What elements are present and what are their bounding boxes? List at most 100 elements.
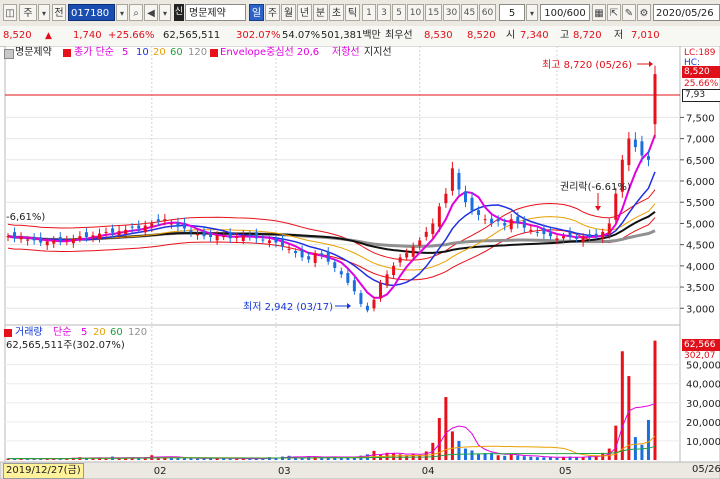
speaker-options-icon[interactable]: ▾ <box>159 4 171 21</box>
period-yearly-button[interactable]: 년 <box>297 4 312 21</box>
candle-body <box>562 236 566 239</box>
volume-ma-label[interactable]: 단순 <box>53 327 71 339</box>
chevron-down-icon[interactable]: ▾ <box>38 4 50 21</box>
trade-volume: 62,565,511 <box>163 30 221 41</box>
candle-body <box>490 218 494 224</box>
envelope-legend-chip <box>210 49 218 57</box>
candle-body <box>169 223 173 225</box>
candle-body <box>97 233 101 240</box>
data-count-field[interactable]: 100/600 <box>540 4 590 21</box>
candle-body <box>398 257 402 263</box>
speaker-icon[interactable]: ◀ <box>144 4 158 21</box>
period-tick-button[interactable]: 틱 <box>345 4 360 21</box>
zoom-in-icon[interactable]: ⇱ <box>607 4 621 21</box>
volume-bar <box>437 418 441 460</box>
period-weekly-button[interactable]: 주 <box>265 4 280 21</box>
price-change-pct: +25.66% <box>108 30 155 41</box>
period-second-button[interactable]: 초 <box>329 4 344 21</box>
interval-60-button[interactable]: 60 <box>479 4 496 21</box>
month-label: 02 <box>154 466 167 477</box>
stock-chart[interactable]: 7,500 7,000 6,500 6,000 5,500 5,000 4,500 4,000… <box>0 46 720 479</box>
candle-body <box>418 240 422 246</box>
period-monthly-button[interactable]: 월 <box>281 4 296 21</box>
candle-body <box>143 225 147 233</box>
grid-icon[interactable]: ▦ <box>592 4 606 21</box>
ma10-legend[interactable]: 10 <box>136 47 149 59</box>
window-menu-icon[interactable]: ◫ <box>3 4 17 21</box>
volume-tick-label: 10,000 <box>686 437 720 448</box>
stock-code-input[interactable]: 017180 <box>68 4 115 21</box>
ask-price: 8,530 <box>424 30 453 41</box>
candle-body <box>372 299 376 309</box>
candle-body <box>581 236 585 242</box>
interval-15-button[interactable]: 15 <box>425 4 442 21</box>
candle-body <box>437 206 441 227</box>
trend-line-icon[interactable]: ✎ <box>622 4 636 21</box>
candle-body <box>405 253 409 258</box>
candle-body <box>294 250 298 254</box>
scope-button[interactable]: 전 <box>52 4 66 21</box>
volume-bar <box>503 455 507 460</box>
resistance-legend[interactable]: 저항선 <box>332 47 360 59</box>
ma120-legend[interactable]: 120 <box>188 47 207 59</box>
candle-body <box>300 249 304 258</box>
interval-3-button[interactable]: 3 <box>377 4 391 21</box>
market-kind-button[interactable]: 주 <box>19 4 37 21</box>
candle-body <box>202 231 206 237</box>
candle-body <box>32 237 36 241</box>
candle-body <box>156 219 160 222</box>
candle-body <box>176 222 180 227</box>
left-rights-annotation: -6,61%) <box>6 212 45 223</box>
candle-body <box>280 239 284 247</box>
candle-body <box>26 239 30 241</box>
volume-legend-chip <box>4 329 12 337</box>
volume-legend-name[interactable]: 거래량 <box>15 327 43 339</box>
volume-bar <box>633 437 637 460</box>
last-date-label: 05/26 <box>692 464 720 475</box>
candle-body <box>91 235 95 238</box>
new-listing-badge: 신 <box>174 4 184 21</box>
search-icon[interactable]: ⌕ <box>129 4 143 21</box>
price-legend-name[interactable]: 명문제약 <box>15 47 52 59</box>
ma5-legend[interactable]: 5 <box>122 47 128 59</box>
volume-ma5-legend[interactable]: 5 <box>81 327 87 339</box>
interval-5-button[interactable]: 5 <box>392 4 406 21</box>
candle-body <box>307 256 311 260</box>
envelope-legend[interactable]: Envelope중심선 20,6 <box>220 47 319 59</box>
candle-body <box>392 265 396 276</box>
date-field[interactable]: 2020/05/26 <box>653 4 720 21</box>
interval-10-button[interactable]: 10 <box>407 4 424 21</box>
ma60-legend[interactable]: 60 <box>170 47 183 59</box>
ma-legend-label[interactable]: 종가 단순 <box>74 47 114 59</box>
period-daily-button[interactable]: 일 <box>249 4 264 21</box>
interval-value-input[interactable]: 5 <box>499 4 525 21</box>
up-arrow-icon: ▲ <box>45 31 52 41</box>
candle-body <box>555 238 559 241</box>
candle-body <box>267 240 271 244</box>
candle-body <box>65 239 69 241</box>
month-label: 04 <box>422 466 435 477</box>
candle-body <box>568 232 572 238</box>
price-tick-label: 3,500 <box>686 283 715 294</box>
high-label: 고 <box>560 30 570 41</box>
chart-toolbar: ◫ 주 ▾ 전 017180 ▾ ⌕ ◀ ▾ 신 명문제약 일 주 월 년 분 … <box>0 0 720 27</box>
candle-body <box>248 235 252 237</box>
interval-45-button[interactable]: 45 <box>461 4 478 21</box>
interval-dropdown-icon[interactable]: ▾ <box>526 4 538 21</box>
volume-ma60-legend[interactable]: 60 <box>110 327 123 339</box>
volume-ma20-legend[interactable]: 20 <box>93 327 106 339</box>
high-price: 8,720 <box>573 30 602 41</box>
code-dropdown-icon[interactable]: ▾ <box>116 4 128 21</box>
interval-30-button[interactable]: 30 <box>443 4 460 21</box>
candle-body <box>346 272 350 283</box>
settings-icon[interactable]: ⚙ <box>637 4 651 21</box>
ma20-legend[interactable]: 20 <box>153 47 166 59</box>
period-minute-button[interactable]: 분 <box>313 4 328 21</box>
candle-body <box>235 237 239 239</box>
support-legend[interactable]: 지지선 <box>364 47 392 59</box>
volume-ma120-legend[interactable]: 120 <box>128 327 147 339</box>
candle-body <box>509 219 513 230</box>
volume-bar <box>542 457 546 460</box>
interval-1-button[interactable]: 1 <box>362 4 376 21</box>
price-tick-label: 7,000 <box>686 135 715 146</box>
